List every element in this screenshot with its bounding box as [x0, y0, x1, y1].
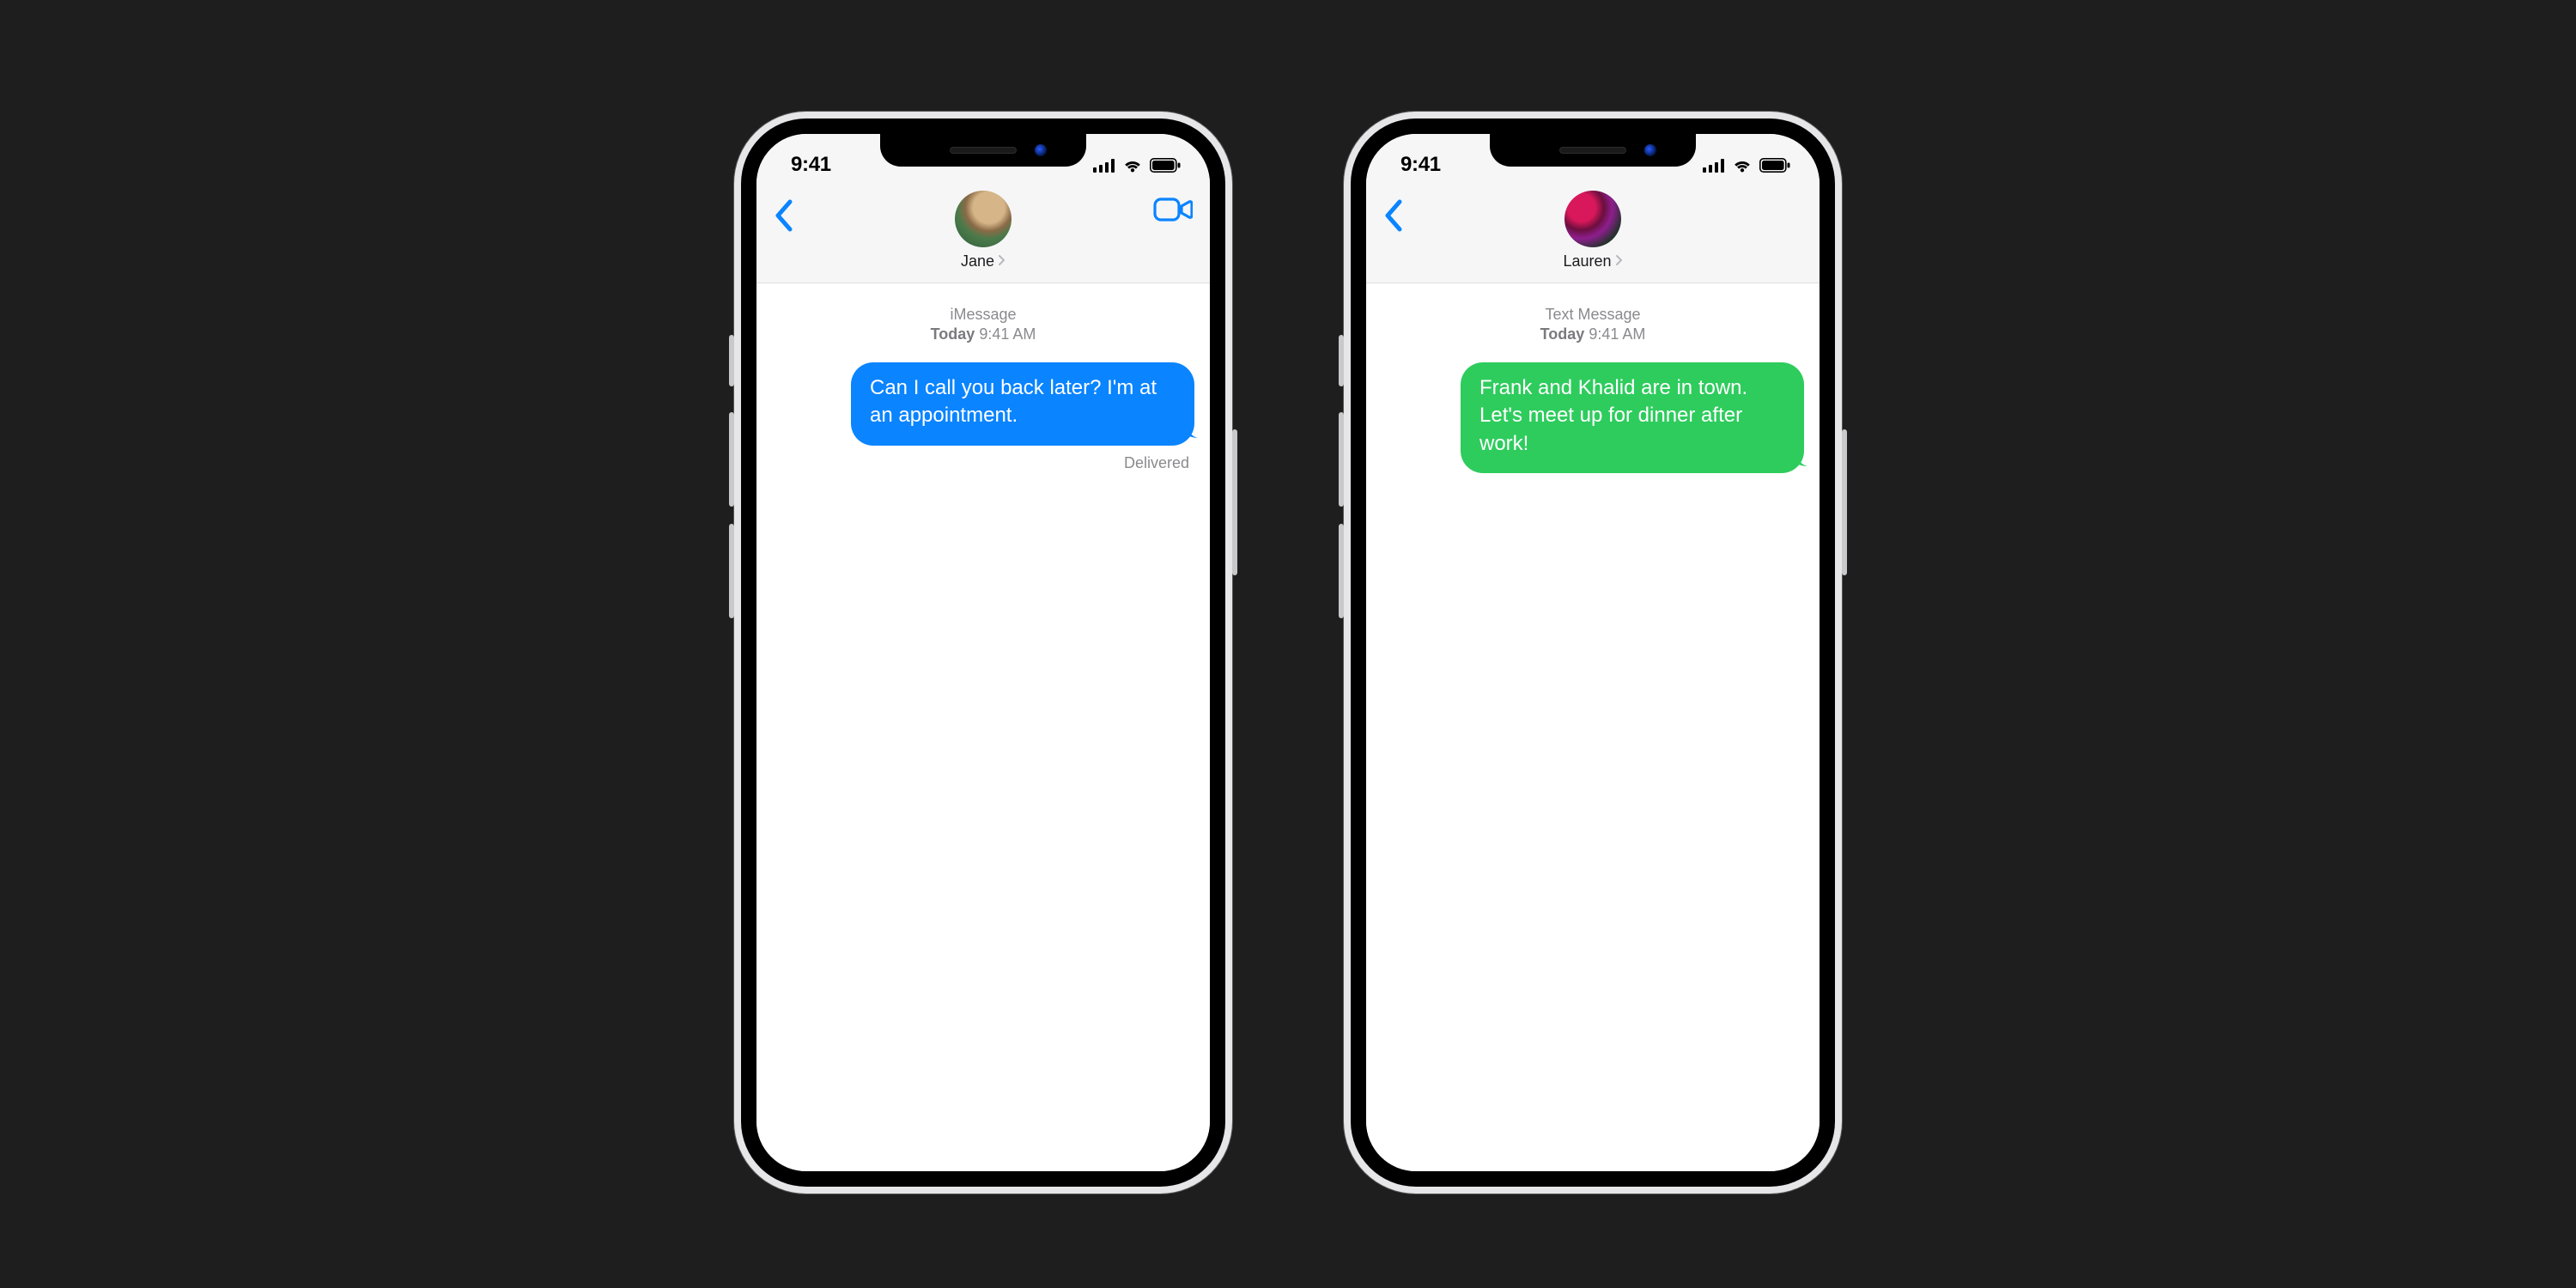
battery-icon: [1759, 158, 1790, 177]
cellular-signal-icon: [1093, 159, 1115, 177]
wifi-icon: [1732, 158, 1753, 177]
power-button: [1232, 429, 1237, 575]
cellular-signal-icon: [1703, 159, 1725, 177]
power-button: [1842, 429, 1847, 575]
iphone-device-right: 9:41: [1344, 112, 1842, 1194]
contact-button[interactable]: Jane: [955, 191, 1012, 270]
facetime-button[interactable]: [1153, 191, 1193, 228]
message-thread[interactable]: Text Message Today 9:41 AM Frank and Kha…: [1366, 283, 1820, 1171]
back-button[interactable]: [774, 191, 793, 236]
notch: [1490, 134, 1696, 167]
protocol-label: iMessage: [772, 306, 1194, 324]
protocol-label: Text Message: [1382, 306, 1804, 324]
outgoing-message-bubble[interactable]: Frank and Khalid are in town. Let's meet…: [1461, 362, 1804, 473]
front-camera: [1644, 144, 1656, 156]
message-text: Frank and Khalid are in town. Let's meet…: [1479, 376, 1747, 455]
silence-switch: [729, 335, 734, 386]
silence-switch: [1339, 335, 1344, 386]
video-camera-icon: [1153, 196, 1193, 223]
outgoing-message-bubble[interactable]: Can I call you back later? I'm at an app…: [851, 362, 1194, 446]
avatar: [955, 191, 1012, 247]
front-camera: [1035, 144, 1047, 156]
timestamp-label: Today 9:41 AM: [1382, 325, 1804, 343]
contact-name-label: Lauren: [1563, 252, 1611, 270]
battery-icon: [1150, 158, 1181, 177]
chevron-right-icon: [998, 252, 1005, 270]
timestamp-label: Today 9:41 AM: [772, 325, 1194, 343]
volume-down-button: [729, 524, 734, 618]
bubble-tail: [1179, 418, 1198, 446]
status-time: 9:41: [1400, 153, 1441, 177]
conversation-header: Lauren: [1366, 182, 1820, 283]
conversation-header: Jane: [756, 182, 1210, 283]
volume-down-button: [1339, 524, 1344, 618]
earpiece-speaker: [1559, 147, 1626, 154]
contact-name-label: Jane: [961, 252, 994, 270]
delivery-status-label: Delivered: [772, 454, 1194, 472]
back-button[interactable]: [1383, 191, 1402, 236]
message-thread[interactable]: iMessage Today 9:41 AM Can I call you ba…: [756, 283, 1210, 1171]
earpiece-speaker: [950, 147, 1017, 154]
volume-up-button: [729, 412, 734, 507]
wifi-icon: [1122, 158, 1143, 177]
volume-up-button: [1339, 412, 1344, 507]
notch: [880, 134, 1086, 167]
chevron-right-icon: [1615, 252, 1623, 270]
status-time: 9:41: [791, 153, 831, 177]
contact-button[interactable]: Lauren: [1563, 191, 1622, 270]
iphone-device-left: 9:41: [734, 112, 1232, 1194]
chevron-left-icon: [774, 199, 793, 232]
chevron-left-icon: [1383, 199, 1402, 232]
bubble-tail: [1789, 447, 1807, 474]
message-text: Can I call you back later? I'm at an app…: [870, 376, 1157, 427]
avatar: [1564, 191, 1621, 247]
